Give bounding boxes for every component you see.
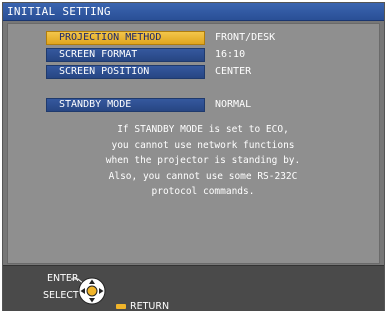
settings-panel: PROJECTION METHOD FRONT/DESK SCREEN FORM… xyxy=(7,23,380,264)
standby-mode-value: NORMAL xyxy=(215,99,252,110)
menu-row-projection-method[interactable]: PROJECTION METHOD FRONT/DESK xyxy=(46,31,389,45)
screen-position-button[interactable]: SCREEN POSITION xyxy=(46,65,205,79)
standby-info-message: If STANDBY MODE is set to ECO, you canno… xyxy=(88,122,318,200)
menu-row-screen-position[interactable]: SCREEN POSITION CENTER xyxy=(46,65,389,79)
initial-setting-window: INITIAL SETTING PROJECTION METHOD FRONT/… xyxy=(2,2,385,312)
return-key-icon[interactable] xyxy=(116,304,126,309)
select-label: SELECT xyxy=(43,290,79,301)
message-line: If STANDBY MODE is set to ECO, xyxy=(117,124,289,135)
screen-position-value: CENTER xyxy=(215,66,252,77)
footer-guide: ENTER SELECT RETURN xyxy=(3,265,384,312)
projection-method-button[interactable]: PROJECTION METHOD xyxy=(46,31,205,45)
menu-row-screen-format[interactable]: SCREEN FORMAT 16:10 xyxy=(46,48,389,62)
projection-method-value: FRONT/DESK xyxy=(215,32,276,43)
screen-format-value: 16:10 xyxy=(215,49,246,60)
message-line: protocol commands. xyxy=(151,186,255,197)
dpad-icon[interactable] xyxy=(78,277,106,305)
screen-format-button[interactable]: SCREEN FORMAT xyxy=(46,48,205,62)
return-label: RETURN xyxy=(130,301,170,312)
message-line: Also, you cannot use some RS-232C xyxy=(108,170,298,182)
standby-mode-button[interactable]: STANDBY MODE xyxy=(46,98,205,112)
message-line: you cannot use network functions xyxy=(111,139,295,151)
menu-row-standby-mode[interactable]: STANDBY MODE NORMAL xyxy=(46,98,389,112)
title-bar: INITIAL SETTING xyxy=(3,3,384,21)
message-line: when the projector is standing by. xyxy=(105,155,301,166)
window-title: INITIAL SETTING xyxy=(7,5,111,18)
